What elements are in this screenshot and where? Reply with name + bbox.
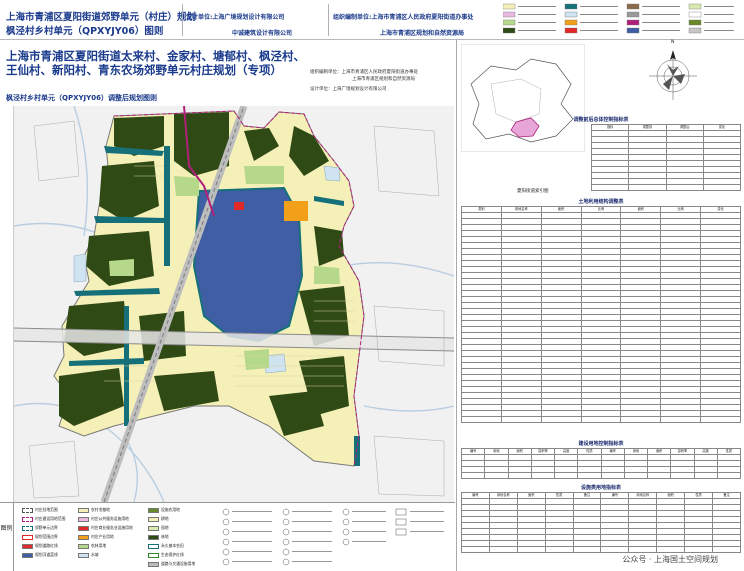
header-org-2: 上海市青浦区规划和自然资源局 <box>380 30 465 37</box>
header-divider <box>182 4 183 36</box>
land-table-title: 土地利用结构调整表 <box>578 199 624 205</box>
legend-swatch <box>148 534 159 540</box>
legend-swatch <box>22 525 33 531</box>
legend-swatch <box>78 525 89 531</box>
map-info-org-2: 上海市青浦区规划和自然资源局 <box>352 77 415 82</box>
legend-item: 园地 <box>148 525 169 531</box>
legend-item: 农林用地 <box>78 543 106 549</box>
legend-item: 村庄产业用地 <box>78 534 114 540</box>
header-org: 组织编制单位:上海市青浦区人民政府夏阳街道办事处 <box>333 14 474 21</box>
legend-item: 生态保护红线 <box>148 552 184 558</box>
legend-swatch <box>22 516 33 522</box>
legend-item: 农村宅基地 <box>78 507 110 513</box>
watermark: 公众号 · 上海国土空间规划 <box>622 555 718 564</box>
location-index-map <box>461 44 585 152</box>
legend-item: 村庄公共服务设施用地 <box>78 516 129 522</box>
legend-swatch <box>78 507 89 513</box>
map-info-org: 组织编制单位：上海市青浦区人民政府夏阳街道办事处 <box>310 70 418 75</box>
legend-swatch <box>22 507 33 513</box>
legend-item: 水域 <box>78 552 99 558</box>
legend-swatch <box>22 543 33 549</box>
map-legend: 图例 村庄驻地范围 村庄建设用地范围 郊野单元边界 规划范围边界 规划道路红线 … <box>0 502 455 571</box>
legend-swatch <box>78 516 89 522</box>
map-coordinate-axis <box>0 106 14 502</box>
legend-swatch <box>22 552 33 558</box>
legend-item: 耕地 <box>148 516 169 522</box>
north-arrow-label: N <box>671 40 675 45</box>
location-caption: 夏阳街道索引图 <box>517 189 549 194</box>
legend-swatch <box>78 534 89 540</box>
construction-table-title: 建设用地控制指标表 <box>578 441 624 447</box>
legend-swatch <box>148 552 159 558</box>
header-bar: 上海市青浦区夏阳街道郊野单元（村庄）规划 枫泾村乡村单元（QPXYJY06）图则… <box>0 0 744 40</box>
legend-side-label: 图例 <box>0 503 14 571</box>
map-info-design: 设计单位：上海广境规划设计有限公司 <box>310 87 387 92</box>
legend-swatch <box>148 543 159 549</box>
legend-item: 道路与交通设施用地 <box>148 561 195 567</box>
header-legend-swatches <box>503 3 734 34</box>
planning-map[interactable] <box>14 106 454 502</box>
legend-item: 郊野单元边界 <box>22 525 58 531</box>
legend-item: 规划河道蓝线 <box>22 552 58 558</box>
facility-land-table: 编号 用地名称 面积 性质 备注 编号 用地名称 面积 性质 备注 <box>461 492 741 553</box>
legend-item: 设施农用地 <box>148 507 180 513</box>
header-title-1: 上海市青浦区夏阳街道郊野单元（村庄）规划 <box>6 12 197 23</box>
legend-item: 规划道路红线 <box>22 543 58 549</box>
header-divider <box>328 4 329 36</box>
control-table-title: 调整前后总体控制指标表 <box>573 117 629 123</box>
header-design-unit-2: 中诚建筑设计有限公司 <box>232 30 293 37</box>
legend-swatch <box>148 516 159 522</box>
public-facility-plot <box>234 202 244 210</box>
construction-control-table: 编号 用地 面积 容积率 高度 性质 编号 用地 面积 容积率 高度 性质 <box>460 448 742 479</box>
legend-swatch <box>148 561 159 567</box>
legend-swatch <box>148 525 159 531</box>
legend-item: 林地 <box>148 534 169 540</box>
legend-swatch <box>22 534 33 540</box>
header-design-unit: 设计单位:上海广境规划设计有限公司 <box>186 14 285 21</box>
map-title: 上海市青浦区夏阳街道太来村、金家村、塘郁村、枫泾村、王仙村、新阳村、青东农场郊野… <box>6 49 305 77</box>
land-structure-table: 类别 用地名称 面积 比例 面积 比例 变化 <box>461 206 741 423</box>
control-indicator-table: 指标 调整前 调整后 变化 <box>590 124 742 191</box>
legend-swatch <box>78 552 89 558</box>
header-title-2: 枫泾村乡村单元（QPXYJY06）图则 <box>6 26 164 37</box>
legend-symbol-grid <box>222 508 444 566</box>
legend-swatch <box>78 543 89 549</box>
industrial-plot <box>284 201 308 221</box>
legend-swatch <box>148 507 159 513</box>
wind-rose <box>649 50 697 100</box>
legend-item: 村庄驻地范围 <box>22 507 58 513</box>
legend-item: 村庄商业服务业设施用地 <box>78 525 133 531</box>
right-panel: 夏阳街道索引图 N 调整前后总体控制指标表 指标 调整前 调整后 变化 土地利用结 <box>456 40 744 571</box>
legend-item: 村庄建设用地范围 <box>22 516 65 522</box>
facility-table-title: 设施类用地指标表 <box>580 485 621 491</box>
legend-item: 永久基本农田 <box>148 543 184 549</box>
map-subtitle: 枫泾村乡村单元（QPXYJY06）调整后规划图则 <box>6 94 157 102</box>
legend-item: 规划范围边界 <box>22 534 58 540</box>
